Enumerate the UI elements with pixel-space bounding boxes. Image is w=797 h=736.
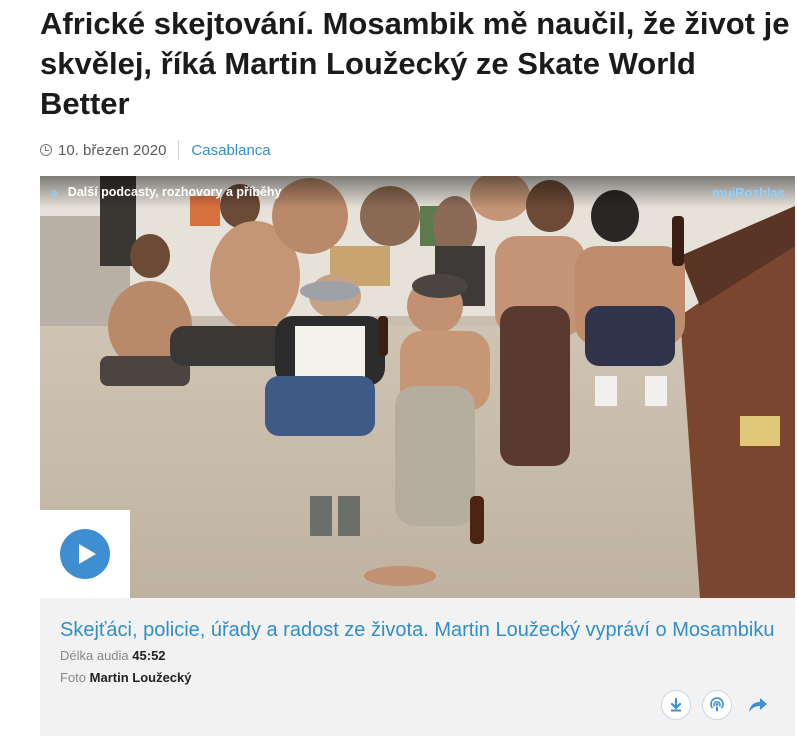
play-box — [40, 510, 130, 598]
audio-player: » Další podcasty, rozhovory a příběhy mu… — [40, 176, 795, 598]
article-title: Africké skejtování. Mosambik mě naučil, … — [40, 6, 790, 121]
photo-credit-row: Foto Martin Loužecký — [60, 669, 775, 687]
download-button[interactable] — [661, 690, 691, 720]
article-meta: 10. březen 2020 Casablanca — [40, 138, 271, 162]
photo-credit-author: Martin Loužecký — [89, 670, 192, 685]
show-link[interactable]: Casablanca — [191, 142, 270, 159]
download-icon — [670, 697, 682, 712]
podcast-icon — [710, 697, 724, 712]
clock-icon — [40, 144, 52, 156]
player-topbar: » Další podcasty, rozhovory a příběhy mu… — [40, 176, 795, 208]
episode-actions — [661, 690, 773, 720]
share-icon — [749, 698, 767, 712]
photo-credit-label: Foto — [60, 670, 87, 685]
podcast-button[interactable] — [702, 690, 732, 720]
episode-info: Skejťáci, policie, úřady a radost ze živ… — [40, 598, 795, 736]
duration-value: 45:52 — [132, 648, 166, 663]
duration-row: Délka audia 45:52 — [60, 647, 775, 665]
episode-title[interactable]: Skejťáci, policie, úřady a radost ze živ… — [60, 618, 775, 643]
share-button[interactable] — [743, 690, 773, 720]
more-podcasts-link[interactable]: Další podcasty, rozhovory a příběhy — [68, 185, 282, 199]
publish-date: 10. březen 2020 — [58, 141, 167, 159]
episode-photo — [40, 176, 795, 598]
double-chevron-right-icon: » — [50, 184, 58, 200]
mujrozhlas-logo[interactable]: mujRozhlas — [712, 185, 785, 200]
play-icon[interactable] — [60, 529, 110, 579]
duration-label: Délka audia — [60, 648, 129, 663]
meta-divider — [178, 140, 180, 160]
